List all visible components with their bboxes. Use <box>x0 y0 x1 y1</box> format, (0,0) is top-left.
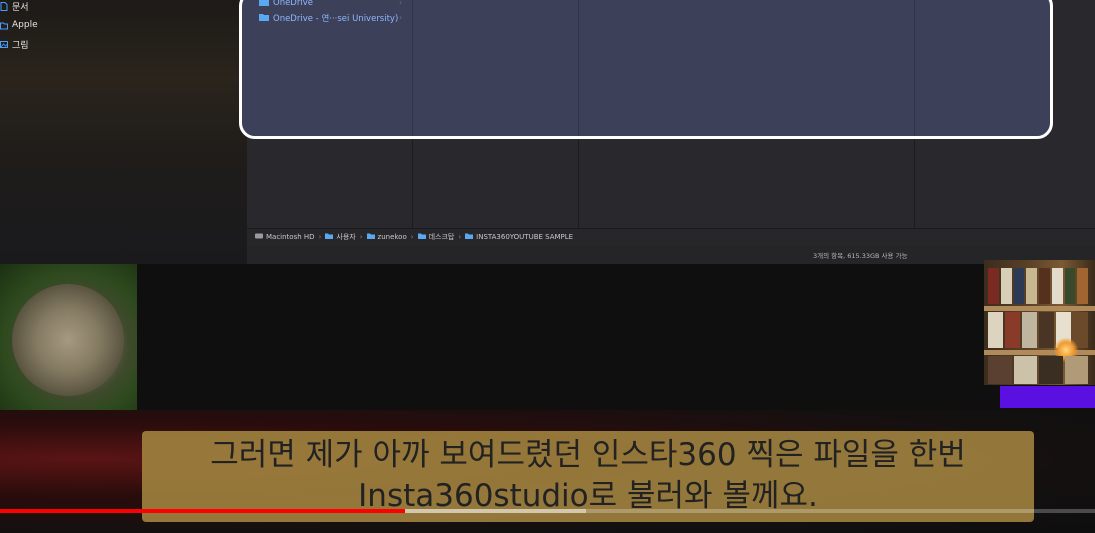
breadcrumb-label: 사용자 <box>336 233 356 241</box>
breadcrumb-label: zunekoo <box>377 233 407 241</box>
folder-icon <box>465 233 474 241</box>
drive-icon <box>255 233 263 241</box>
folder-icon <box>417 233 426 241</box>
list-item-label: OneDrive - 연···sei University) <box>273 14 399 24</box>
breadcrumb-label: 데스크탑 <box>428 233 455 241</box>
photos-icon <box>0 40 8 49</box>
chevron-right-icon: › <box>410 233 414 241</box>
video-strip <box>0 260 1095 410</box>
breadcrumb-label: Macintosh HD <box>266 233 315 241</box>
column-divider <box>914 0 915 136</box>
bookshelf-books <box>988 268 1088 304</box>
sidebar-item-apple[interactable]: Apple <box>0 17 38 33</box>
insta360-thumbnail <box>0 264 137 410</box>
column-divider <box>412 0 413 136</box>
chevron-right-icon: › <box>359 233 363 241</box>
breadcrumb-label: INSTA360YOUTUBE SAMPLE <box>476 233 574 241</box>
breadcrumb-home[interactable]: zunekoo <box>366 233 407 241</box>
sidebar-item-label: 문서 <box>12 2 29 13</box>
list-item-onedrive[interactable]: OneDrive <box>259 0 313 10</box>
bookshelf-shelf <box>984 306 1095 311</box>
path-bar: Macintosh HD › 사용자 › zunekoo › 데스크탑 › IN… <box>247 228 1095 245</box>
folder-icon <box>259 0 269 9</box>
breadcrumb-users[interactable]: 사용자 <box>325 232 356 242</box>
purple-overlay-bar <box>1000 386 1095 408</box>
video-progress-bar[interactable] <box>0 509 1095 513</box>
breadcrumb-desktop[interactable]: 데스크탑 <box>417 232 455 242</box>
status-bar: 3개의 항목, 615.33GB 사용 가능 <box>247 245 1095 264</box>
finder-sidebar: 문서 Apple 그림 <box>0 0 248 264</box>
progress-played <box>0 509 406 513</box>
breadcrumb-insta360-sample[interactable]: INSTA360YOUTUBE SAMPLE <box>465 233 573 241</box>
subtitle-line: 그러면 제가 아까 보여드렸던 인스타360 찍은 파일을 한번 <box>210 437 966 473</box>
list-item-label: OneDrive <box>273 0 313 8</box>
bookshelf-books <box>988 356 1088 384</box>
column-divider <box>578 0 579 136</box>
chevron-right-icon: › <box>458 233 462 241</box>
folder-icon <box>325 233 334 241</box>
webcam-overlay <box>984 260 1095 385</box>
bookshelf-shelf <box>984 350 1095 355</box>
document-icon <box>0 1 8 11</box>
sidebar-item-pictures[interactable]: 그림 <box>0 36 29 52</box>
sidebar-item-label: 그림 <box>12 40 29 51</box>
breadcrumb-macintosh-hd[interactable]: Macintosh HD <box>255 233 315 241</box>
highlight-box: OneDrive › OneDrive - 연···sei University… <box>239 0 1053 139</box>
status-text: 3개의 항목, 615.33GB 사용 가능 <box>813 252 908 260</box>
home-icon <box>366 233 375 241</box>
finder-window: 문서 Apple 그림 OneDrive › OneDrive - 연···se… <box>0 0 1095 264</box>
chevron-right-icon: › <box>399 13 403 22</box>
chevron-right-icon: › <box>318 233 322 241</box>
sidebar-item-label: Apple <box>12 20 38 30</box>
folder-icon <box>0 21 8 30</box>
tiny-planet-image <box>12 284 124 396</box>
folder-icon <box>259 13 269 24</box>
chevron-right-icon: › <box>399 0 403 7</box>
sidebar-item-documents[interactable]: 문서 <box>0 0 29 14</box>
list-item-onedrive-university[interactable]: OneDrive - 연···sei University) <box>259 11 398 25</box>
